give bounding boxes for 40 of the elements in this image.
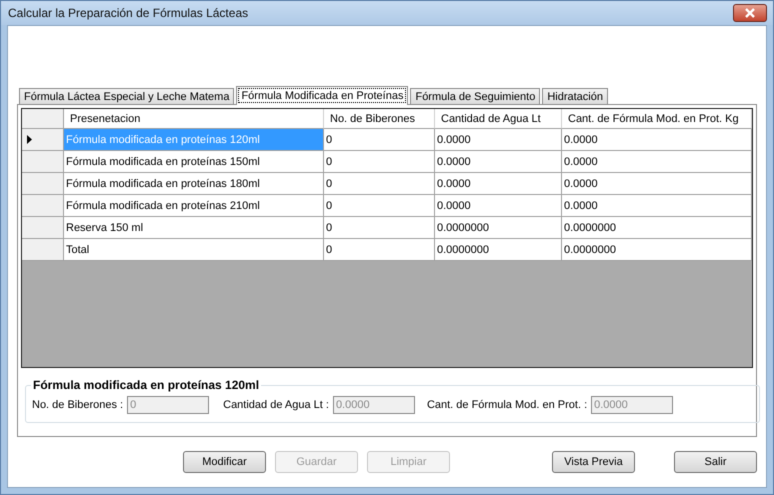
table-cell: 0.0000 <box>435 151 562 173</box>
table-cell: Reserva 150 ml <box>64 217 324 239</box>
table-cell: 0.0000000 <box>435 239 562 261</box>
table-cell: 0.0000 <box>562 151 752 173</box>
table-cell: Fórmula modificada en proteínas 150ml <box>64 151 324 173</box>
table-cell: Fórmula modificada en proteínas 210ml <box>64 195 324 217</box>
current-row-icon <box>27 135 32 144</box>
table-cell: Total <box>64 239 324 261</box>
tab[interactable]: Fórmula de Seguimiento <box>410 88 540 104</box>
table-cell: 0 <box>324 239 435 261</box>
table-cell: 0.0000000 <box>562 217 752 239</box>
table-cell: 0.0000000 <box>562 239 752 261</box>
tab[interactable]: Fórmula Modificada en Proteínas <box>236 86 408 105</box>
close-button[interactable] <box>733 4 767 22</box>
field-label: No. de Biberones : <box>32 399 124 411</box>
tab[interactable]: Fórmula Láctea Especial y Leche Matema <box>19 88 234 104</box>
table-cell: 0 <box>324 217 435 239</box>
field-label: Cantidad de Agua Lt : <box>223 399 329 411</box>
table-cell: Fórmula modificada en proteínas 180ml <box>64 173 324 195</box>
field-label: Cant. de Fórmula Mod. en Prot. : <box>426 399 588 411</box>
tab[interactable]: Hidratación <box>542 88 608 104</box>
table-cell: 0.0000 <box>562 195 752 217</box>
close-icon <box>744 8 756 18</box>
table-cell: 0 <box>324 129 435 151</box>
table-cell: Fórmula modificada en proteínas 120ml <box>64 129 324 151</box>
table-cell: 0.0000 <box>435 195 562 217</box>
action-button[interactable]: Salir <box>674 451 757 473</box>
action-button[interactable]: Vista Previa <box>552 451 635 473</box>
table-cell: 0.0000 <box>562 173 752 195</box>
window-title: Calcular la Preparación de Fórmulas Lácteas <box>8 6 248 20</box>
table-cell: 0.0000 <box>562 129 752 151</box>
group-title: Fórmula modificada en proteínas 120ml <box>32 378 260 392</box>
action-button[interactable]: Modificar <box>183 451 266 473</box>
table-cell: 0.0000 <box>435 129 562 151</box>
row-header[interactable] <box>22 129 64 151</box>
table-cell: 0.0000 <box>435 173 562 195</box>
table-cell: 0 <box>324 173 435 195</box>
table-cell: 0 <box>324 151 435 173</box>
table-cell: 0 <box>324 195 435 217</box>
table-cell: 0.0000000 <box>435 217 562 239</box>
